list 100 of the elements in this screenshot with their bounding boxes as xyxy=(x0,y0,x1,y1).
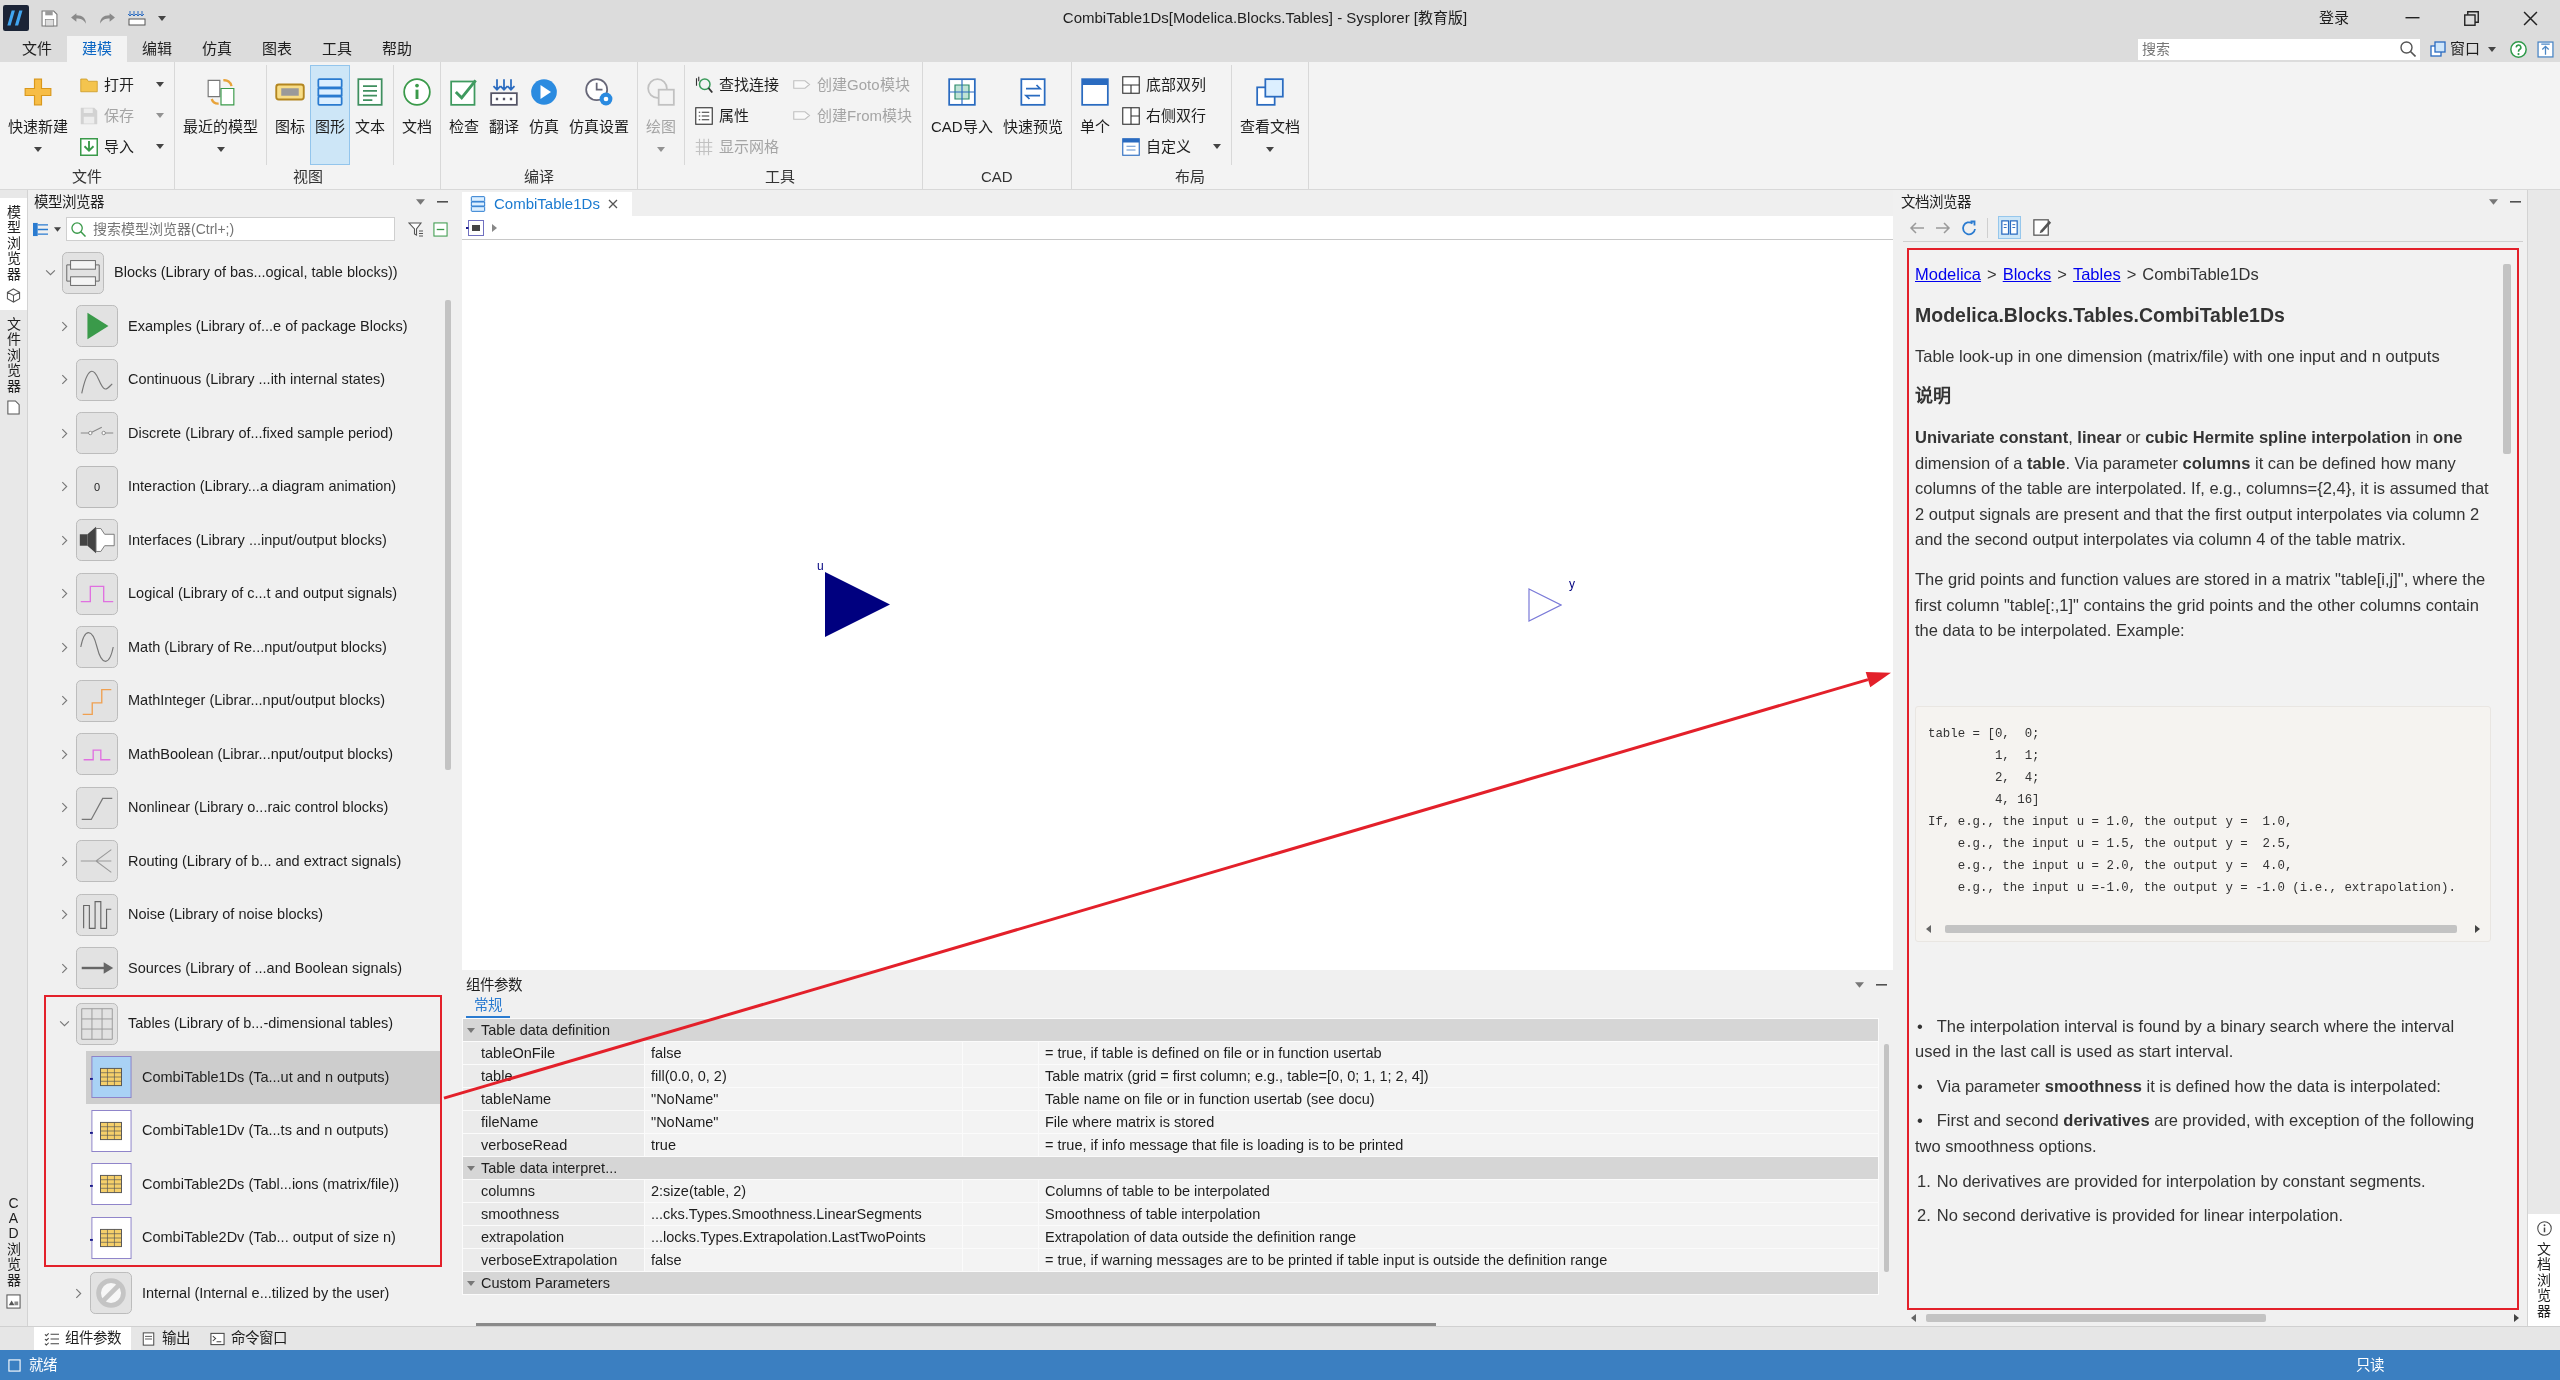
bottom-tab[interactable]: 命令窗口 xyxy=(200,1327,297,1350)
ribbon-button[interactable]: 图标 xyxy=(270,65,310,165)
ribbon-button[interactable]: 查找连接 xyxy=(692,71,782,98)
tree-view-icon[interactable] xyxy=(32,221,49,237)
ribbon-button[interactable]: 文档 xyxy=(397,65,437,165)
side-tab[interactable]: 模型浏览器 xyxy=(0,198,27,310)
vertical-scrollbar[interactable] xyxy=(1884,1044,1889,1272)
horizontal-scrollbar[interactable] xyxy=(476,1323,1436,1326)
chevron-right-icon[interactable] xyxy=(60,695,68,707)
group-header[interactable]: Table data definition xyxy=(462,1018,1879,1042)
menu-tab[interactable]: 文件 xyxy=(7,36,67,62)
undo-icon[interactable] xyxy=(70,11,87,25)
toolbar-arrows-icon[interactable] xyxy=(128,10,146,26)
ribbon-button[interactable]: 导入 xyxy=(77,133,167,160)
chevron-right-icon[interactable] xyxy=(60,748,68,760)
refresh-icon[interactable] xyxy=(1961,219,1977,236)
bottom-tab[interactable]: 组件参数 xyxy=(34,1327,131,1350)
tree-item[interactable]: Logical (Library of c...t and output signals) xyxy=(56,567,454,621)
edit-icon[interactable] xyxy=(2031,216,2054,239)
back-arrow-icon[interactable] xyxy=(1909,220,1925,235)
tree-item[interactable]: Nonlinear (Library o...raic control blocks) xyxy=(56,781,454,835)
chevron-right-icon[interactable] xyxy=(60,802,68,814)
tree-item[interactable]: MathBoolean (Librar...nput/output blocks) xyxy=(56,727,454,781)
ribbon-button[interactable]: 快速新建 xyxy=(3,65,73,165)
param-value[interactable]: fill(0.0, 0, 2) xyxy=(644,1064,963,1088)
minimize-icon[interactable] xyxy=(2405,17,2420,19)
book-icon[interactable] xyxy=(1998,216,2021,239)
upload-box-icon[interactable] xyxy=(2537,40,2554,58)
chevron-right-icon[interactable] xyxy=(60,481,68,493)
editor-tab[interactable]: CombiTable1Ds xyxy=(462,192,632,216)
group-header[interactable]: Custom Parameters xyxy=(462,1271,1879,1295)
search-icon[interactable] xyxy=(2400,41,2416,57)
caret-down-icon[interactable] xyxy=(2489,199,2498,205)
menu-tab[interactable]: 帮助 xyxy=(367,36,427,62)
redo-icon[interactable] xyxy=(99,11,116,25)
ribbon-button[interactable]: 自定义 xyxy=(1118,133,1224,160)
breadcrumb-link[interactable]: Modelica xyxy=(1915,262,1982,288)
caret-down-icon[interactable] xyxy=(1855,982,1864,988)
restore-icon[interactable] xyxy=(2464,10,2479,26)
ribbon-button[interactable]: 仿真 xyxy=(524,65,564,165)
param-value[interactable]: true xyxy=(644,1133,963,1157)
ribbon-button[interactable]: 右侧双行 xyxy=(1118,102,1224,129)
vertical-scrollbar[interactable] xyxy=(445,300,451,770)
app-logo-icon[interactable] xyxy=(3,5,29,31)
tree-item[interactable]: CombiTable1Ds (Ta...ut and n outputs) xyxy=(86,1050,440,1104)
side-tab[interactable]: 文件浏览器 xyxy=(0,309,27,422)
breadcrumb-link[interactable]: Blocks xyxy=(2002,262,2052,288)
tree-item[interactable]: Discrete (Library of...fixed sample period) xyxy=(56,406,454,460)
chevron-down-icon[interactable] xyxy=(58,1020,70,1028)
ribbon-button[interactable]: 检查 xyxy=(444,65,484,165)
chevron-down-icon[interactable] xyxy=(44,269,56,277)
tree-item[interactable]: Tables (Library of b...-dimensional tables) xyxy=(56,997,440,1051)
tree-item[interactable]: CombiTable2Ds (Tabl...ions (matrix/file)) xyxy=(86,1157,440,1211)
tree-item[interactable]: Routing (Library of b... and extract signals) xyxy=(56,834,454,888)
breadcrumb-link[interactable]: Tables xyxy=(2072,262,2121,288)
forward-arrow-icon[interactable] xyxy=(1935,220,1951,235)
chevron-right-icon[interactable] xyxy=(60,855,68,867)
tree-item[interactable]: Blocks (Library of bas...ogical, table blocks)) xyxy=(42,246,454,300)
ribbon-button[interactable]: CAD导入 xyxy=(926,65,998,165)
tree-item[interactable]: Noise (Library of noise blocks) xyxy=(56,888,454,942)
menu-tab[interactable]: 建模 xyxy=(67,36,127,62)
search-icon[interactable] xyxy=(71,221,86,237)
ribbon-button[interactable]: 单个 xyxy=(1074,65,1115,165)
ribbon-button[interactable]: 最近的模型 xyxy=(178,65,263,165)
help-icon[interactable] xyxy=(2510,40,2527,58)
window-menu-button[interactable]: 窗口 xyxy=(2430,39,2496,59)
ribbon-button[interactable]: 查看文档 xyxy=(1234,65,1305,165)
close-icon[interactable] xyxy=(2523,10,2538,26)
login-link[interactable]: 登录 xyxy=(2319,8,2349,28)
ribbon-button[interactable]: 仿真设置 xyxy=(564,65,634,165)
output-connector[interactable] xyxy=(1528,588,1562,622)
table-model-icon[interactable] xyxy=(466,219,484,236)
chevron-right-icon[interactable] xyxy=(74,1287,82,1299)
menu-tab[interactable]: 图表 xyxy=(247,36,307,62)
tree-item[interactable]: Examples (Library of...e of package Blocks) xyxy=(56,299,454,353)
ribbon-button[interactable]: 打开 xyxy=(77,71,167,98)
side-tab[interactable]: 文档浏览器 xyxy=(2528,1214,2560,1326)
menu-tab[interactable]: 编辑 xyxy=(127,36,187,62)
search-input[interactable]: 搜索模型浏览器(Ctrl+;) xyxy=(91,218,390,240)
chevron-right-icon[interactable] xyxy=(60,320,68,332)
ribbon-button[interactable]: 图形 xyxy=(310,65,350,165)
chevron-right-icon[interactable] xyxy=(60,374,68,386)
param-value[interactable]: ...cks.Types.Smoothness.LinearSegments xyxy=(644,1202,963,1226)
bottom-tab[interactable]: 输出 xyxy=(131,1327,200,1350)
caret-down-icon[interactable] xyxy=(54,226,61,232)
chevron-right-icon[interactable] xyxy=(60,427,68,439)
param-value[interactable]: 2:size(table, 2) xyxy=(644,1179,963,1203)
ribbon-button[interactable]: 底部双列 xyxy=(1118,71,1224,98)
chevron-right-icon[interactable] xyxy=(60,588,68,600)
tree-item[interactable]: CombiTable1Dv (Ta...ts and n outputs) xyxy=(86,1104,440,1158)
tree-item[interactable]: Sources (Library of ...and Boolean signals) xyxy=(56,941,454,995)
menu-tab[interactable]: 工具 xyxy=(307,36,367,62)
tree-item[interactable]: 0 Interaction (Library...a diagram animation) xyxy=(56,460,454,514)
tree-item[interactable]: CombiTable2Dv (Tab... output of size n) xyxy=(86,1211,440,1265)
ribbon-button[interactable]: 快速预览 xyxy=(997,65,1068,165)
param-value[interactable]: "NoName" xyxy=(644,1110,963,1134)
param-value[interactable]: false xyxy=(644,1248,963,1272)
tree-item[interactable]: Interfaces (Library ...input/output blocks) xyxy=(56,513,454,567)
filter-icon[interactable] xyxy=(408,221,424,237)
ribbon-button[interactable]: 翻译 xyxy=(484,65,524,165)
